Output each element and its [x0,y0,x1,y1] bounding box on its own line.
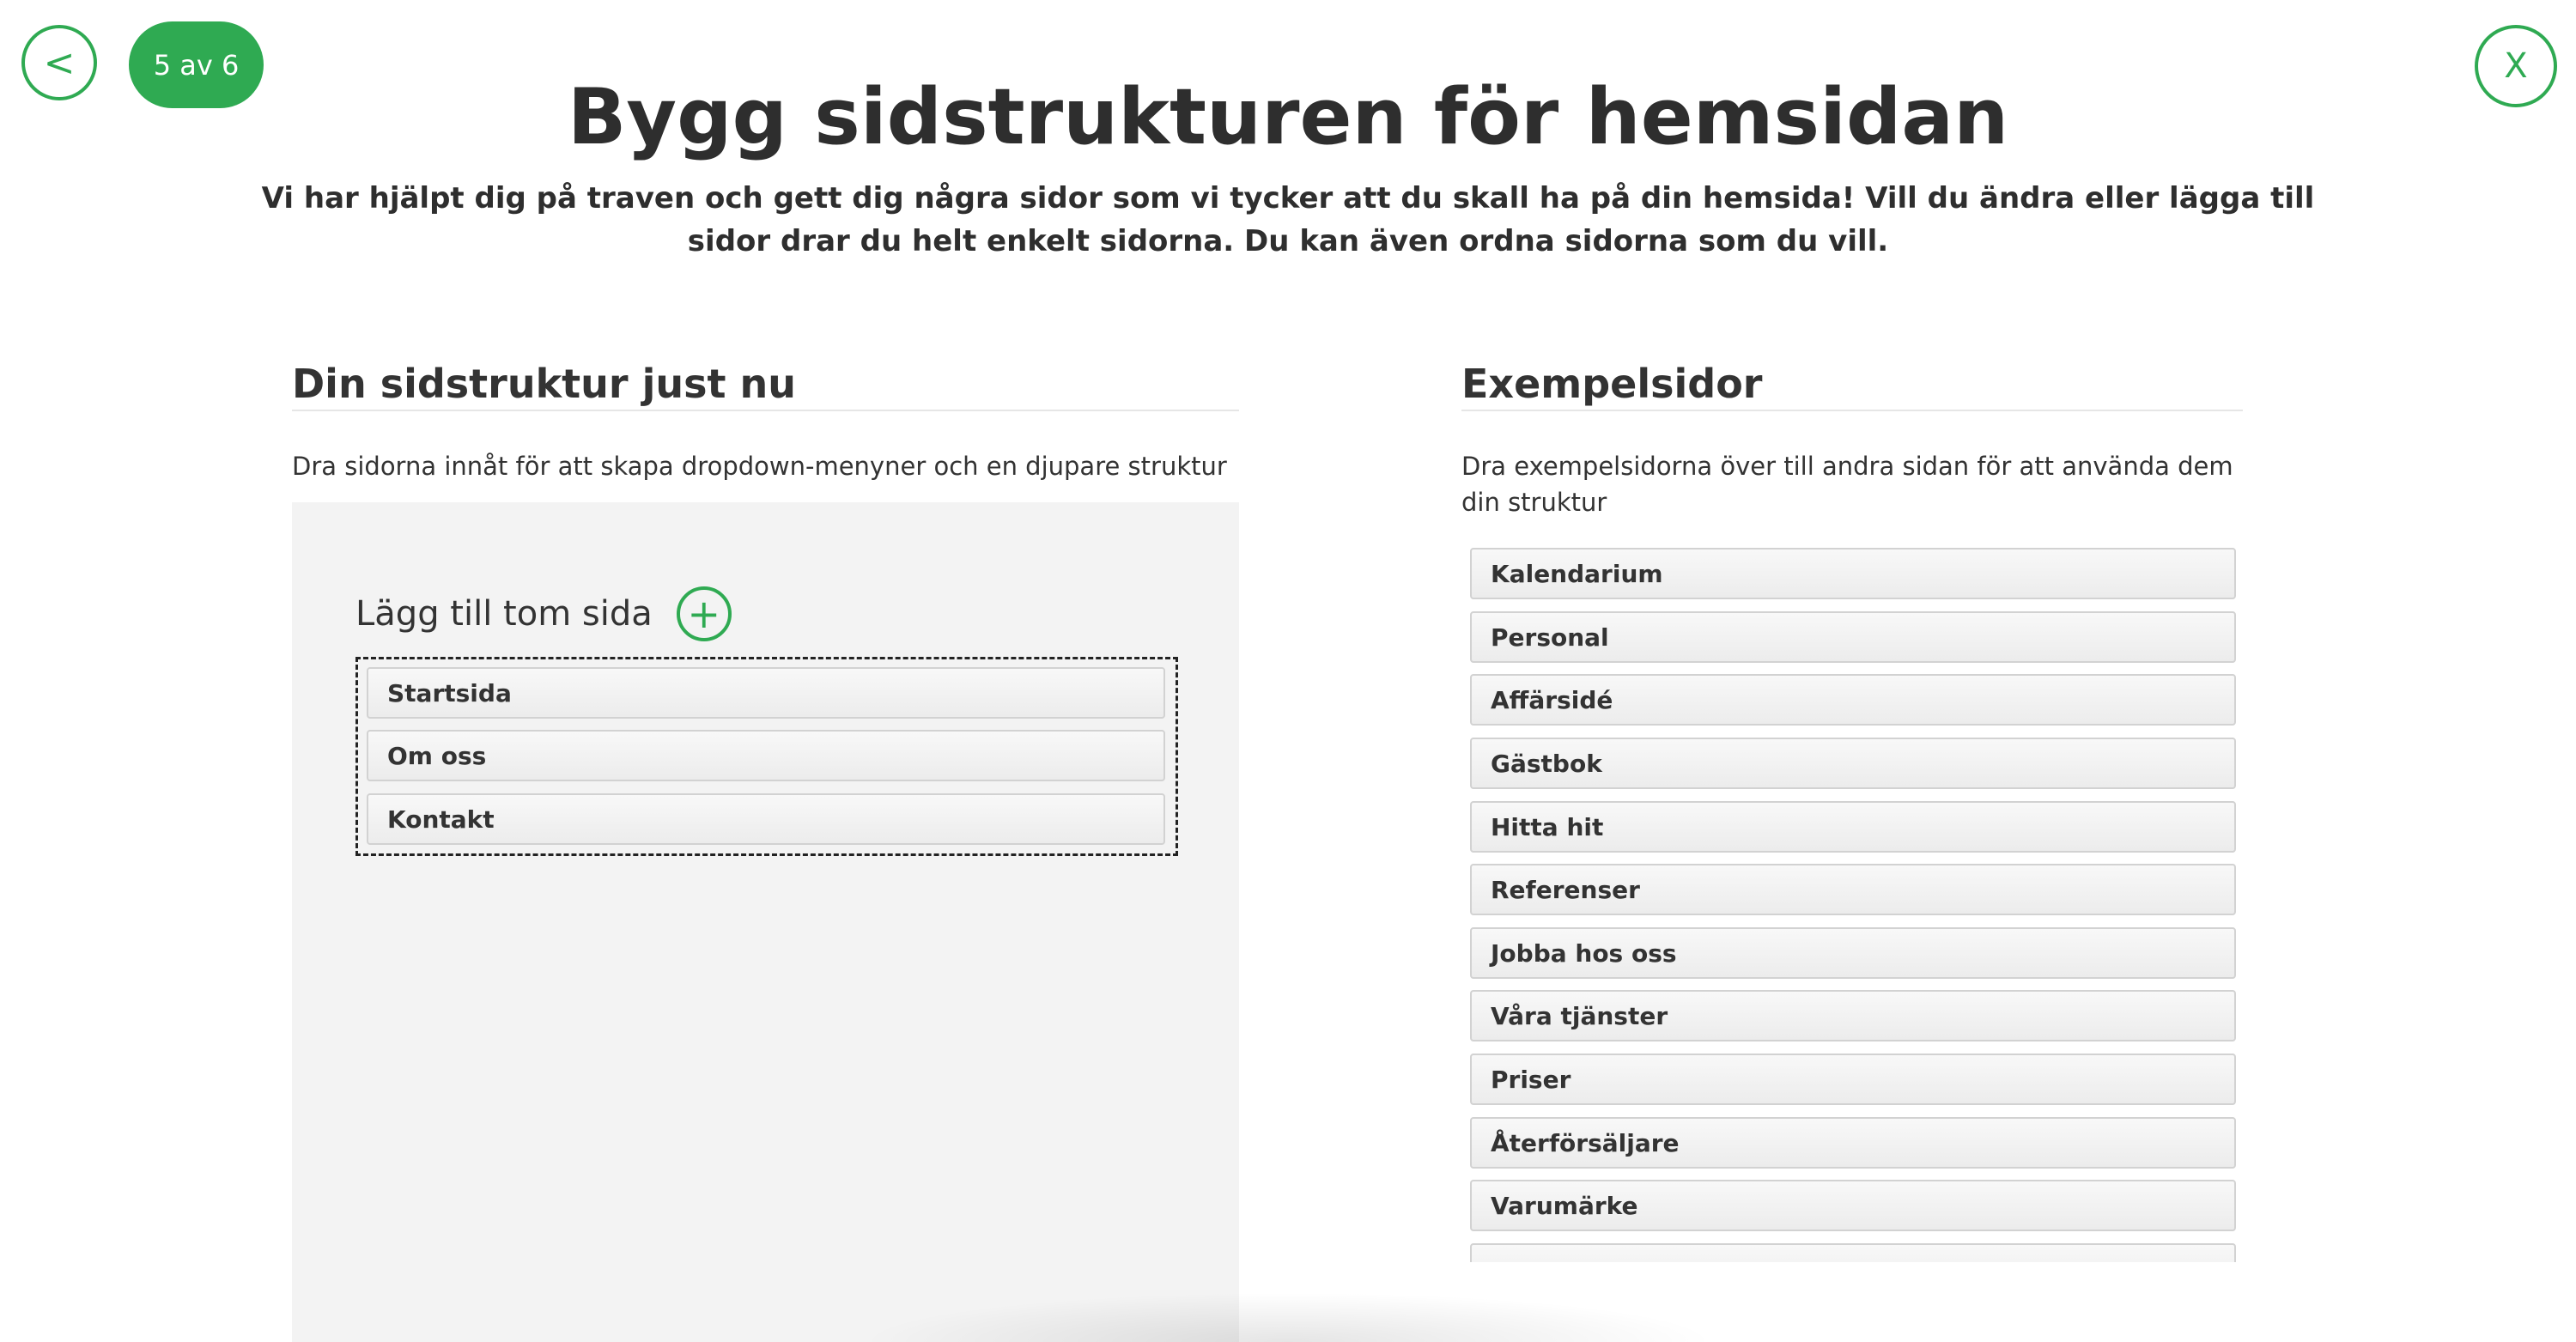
examples-description: Dra exempelsidorna över till andra sidan… [1461,452,2233,517]
structure-description: Dra sidorna innåt för att skapa dropdown… [292,452,1227,481]
page-title: Bygg sidstrukturen för hemsidan [567,72,2009,162]
example-page-item[interactable]: Varumärke [1470,1180,2236,1231]
structure-page-item[interactable]: Kontakt [367,793,1165,845]
example-page-item[interactable]: Våra tjänster [1470,990,2236,1041]
example-pages-list[interactable]: Kalendarium Personal Affärsidé Gästbok H… [1470,548,2236,1262]
example-page-item[interactable]: Personal [1470,611,2236,663]
footer-shadow [859,1292,1717,1342]
structure-page-item[interactable]: Startsida [367,667,1165,719]
example-page-item[interactable]: Kalendarium [1470,548,2236,599]
example-page-item[interactable]: Referenser [1470,864,2236,915]
wizard-page: < 5 av 6 X Bygg sidstrukturen för hemsid… [0,0,2576,1342]
page-subtitle: Vi har hjälpt dig på traven och gett dig… [261,181,2315,258]
example-page-item[interactable] [1470,1243,2236,1262]
examples-title: Exempelsidor [1461,361,1763,407]
add-page-label: Lägg till tom sida [355,594,653,634]
example-page-item[interactable]: Jobba hos oss [1470,927,2236,979]
example-page-item[interactable]: Affärsidé [1470,674,2236,726]
example-page-item[interactable]: Återförsäljare [1470,1117,2236,1169]
structure-title: Din sidstruktur just nu [292,361,797,407]
example-page-item[interactable]: Priser [1470,1054,2236,1105]
example-page-item[interactable]: Hitta hit [1470,801,2236,853]
plus-circle-icon[interactable]: + [676,586,732,641]
add-empty-page[interactable]: Lägg till tom sida + [355,586,732,641]
examples-divider [1461,410,2243,411]
example-page-item[interactable]: Gästbok [1470,738,2236,789]
structure-page-item[interactable]: Om oss [367,730,1165,781]
structure-divider [292,410,1239,411]
